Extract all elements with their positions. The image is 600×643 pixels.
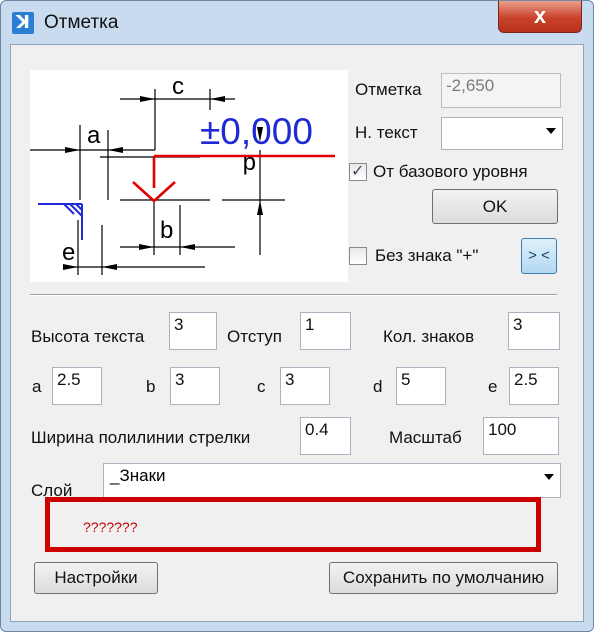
dialog-window: ꓘ Отметка x c a b e d ±0,000 Отметка -2,… <box>0 0 594 632</box>
from-base-label: От базового уровня <box>373 162 528 181</box>
title-bar[interactable]: ꓘ Отметка x <box>1 1 593 43</box>
dim-label-b: b <box>160 217 173 244</box>
separator-line <box>30 294 557 296</box>
dialog-client-area: c a b e d ±0,000 Отметка -2,650 Н. текст… <box>10 44 584 622</box>
text-height-field[interactable]: 3 <box>169 312 217 350</box>
preview-drawing: c a b e d ±0,000 <box>30 73 335 275</box>
param-a-field[interactable]: 2.5 <box>52 367 102 405</box>
preview-mark-text: ±0,000 <box>200 111 313 152</box>
chevron-down-icon <box>546 128 556 134</box>
param-b-label: b <box>146 377 156 396</box>
message-frame: ??????? <box>45 497 541 552</box>
dim-label-c: c <box>172 73 184 100</box>
mark-label: Отметка <box>355 80 422 99</box>
no-plus-checkbox[interactable] <box>349 247 367 265</box>
offset-field[interactable]: 1 <box>300 312 351 350</box>
no-plus-label: Без знака "+" <box>375 246 479 265</box>
dim-label-a: a <box>87 122 101 149</box>
param-b-field[interactable]: 3 <box>170 367 220 405</box>
param-e-label: e <box>488 377 498 396</box>
param-e-field[interactable]: 2.5 <box>509 367 559 405</box>
layer-value: _Знаки <box>110 466 166 485</box>
start-text-combo[interactable] <box>441 117 563 150</box>
window-title: Отметка <box>44 12 119 33</box>
arrow-width-field[interactable]: 0.4 <box>300 417 351 455</box>
from-base-checkbox[interactable]: ✓ <box>349 163 367 181</box>
close-icon: x <box>533 3 547 28</box>
scale-label: Масштаб <box>389 428 462 447</box>
dim-label-e: e <box>62 239 75 266</box>
ok-button[interactable]: OK <box>432 189 558 224</box>
checkmark-icon: ✓ <box>351 163 365 180</box>
num-digits-label: Кол. знаков <box>383 327 475 346</box>
scale-field[interactable]: 100 <box>483 417 559 455</box>
close-button[interactable]: x <box>498 1 582 33</box>
dim-label-d: d <box>243 151 256 178</box>
param-c-label: c <box>257 377 266 396</box>
num-digits-field[interactable]: 3 <box>508 312 560 350</box>
swap-button[interactable]: > < <box>521 238 557 274</box>
mark-value-field[interactable]: -2,650 <box>441 73 561 108</box>
layer-combo[interactable]: _Знаки <box>103 463 561 498</box>
offset-label: Отступ <box>227 327 283 346</box>
start-text-label: Н. текст <box>355 123 418 142</box>
param-d-field[interactable]: 5 <box>396 367 446 405</box>
text-height-label: Высота текста <box>31 327 145 346</box>
param-d-label: d <box>373 377 383 396</box>
param-a-label: a <box>32 377 42 396</box>
save-default-button[interactable]: Сохранить по умолчанию <box>329 562 558 594</box>
message-text: ??????? <box>83 519 138 535</box>
app-logo-icon: ꓘ <box>12 12 34 34</box>
param-c-field[interactable]: 3 <box>280 367 330 405</box>
preview-panel: c a b e d ±0,000 <box>30 70 348 282</box>
settings-button[interactable]: Настройки <box>34 562 158 594</box>
chevron-down-icon <box>544 474 554 480</box>
arrow-width-label: Ширина полилинии стрелки <box>31 428 251 447</box>
